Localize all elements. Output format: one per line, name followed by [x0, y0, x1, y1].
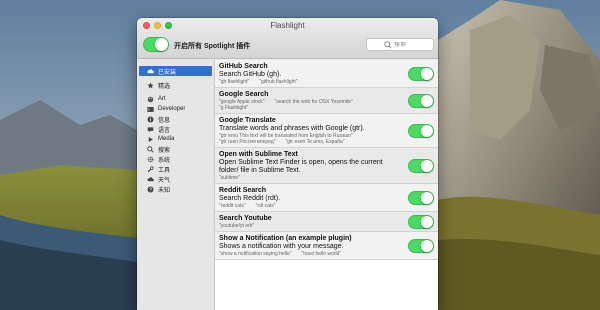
sidebar-item-label: Media [158, 136, 175, 142]
plugin-enable-toggle[interactable] [408, 238, 434, 253]
plugin-enable-toggle[interactable] [408, 190, 434, 205]
wrench-icon [147, 165, 154, 173]
plugin-examples: "reddit cats" "rdt cats" [219, 203, 398, 209]
sidebar-item-tools[interactable]: 工具 [137, 164, 214, 174]
sidebar-item-label: 精选 [158, 83, 171, 90]
plugin-example: "reddit cats" [219, 203, 246, 209]
toggle-knob [421, 159, 433, 172]
plugin-list: GitHub Search Search GitHub (gh). "gh fl… [215, 60, 438, 310]
toggle-knob [421, 215, 433, 228]
category-sidebar: 已安装 精选 Art Developer 信息 语言 Media 搜索 系统 工… [137, 60, 215, 310]
sidebar-item-label: Art [158, 96, 166, 102]
plugin-name: Show a Notification (an example plugin) [219, 235, 352, 242]
plugin-row[interactable]: Reddit Search Search Reddit (rdt). "redd… [215, 184, 438, 212]
sidebar-item-language[interactable]: 语言 [137, 124, 214, 134]
plugin-example: "show a notification saying hello" [219, 251, 292, 257]
sidebar-item-label: 语言 [158, 127, 171, 134]
plugin-name: Open with Sublime Text [219, 151, 298, 158]
sidebar-item-media[interactable]: Media [137, 134, 214, 144]
plugin-example: "gh flashlight" [219, 79, 250, 85]
plugin-examples: "g Flashlight" [219, 105, 398, 111]
plugin-enable-toggle[interactable] [408, 158, 434, 173]
plugin-description: Shows a notification with your message. [219, 243, 344, 250]
palette-icon [147, 96, 154, 103]
toggle-knob [155, 38, 168, 51]
plugin-row[interactable]: Google Translate Translate words and phr… [215, 114, 438, 148]
plugin-example: "search the web for OSX Yosemite" [274, 99, 353, 105]
search-field[interactable] [366, 38, 434, 51]
enable-all-plugins-label: 开启所有 Spotlight 插件 [174, 43, 251, 50]
sidebar-item-label: 工具 [158, 167, 171, 174]
sidebar-item-installed[interactable]: 已安装 [139, 66, 212, 76]
plugin-example: "toast hello world" [301, 251, 342, 257]
gear-icon [147, 156, 154, 163]
plugin-name: Reddit Search [219, 187, 267, 194]
plugin-example: "gtr esen Te amo, España" [285, 139, 345, 145]
plugin-enable-toggle[interactable] [408, 66, 434, 81]
toggle-knob [421, 94, 433, 107]
plugin-row[interactable]: Open with Sublime Text Open Sublime Text… [215, 148, 438, 184]
sidebar-item-featured[interactable]: 精选 [137, 80, 214, 90]
question-icon [147, 185, 154, 193]
flashlight-window: Flashlight 开启所有 Spotlight 插件 已安装 精选 [137, 18, 438, 310]
sidebar-item-label: 信息 [158, 117, 171, 124]
plugin-example: "youtube/yt erb" [219, 223, 255, 229]
plugin-description: Search Reddit (rdt). [219, 195, 281, 202]
star-icon [147, 81, 154, 89]
plugin-row[interactable]: Search Youtube "youtube/yt erb" [215, 212, 438, 232]
title-bar[interactable]: Flashlight [137, 18, 438, 34]
sidebar-item-art[interactable]: Art [137, 94, 214, 104]
plugin-example: "sublime" [219, 175, 240, 181]
enable-all-plugins-toggle[interactable] [143, 37, 169, 52]
toolbar: 开启所有 Spotlight 插件 [137, 34, 438, 59]
toggle-knob [421, 239, 433, 252]
toggle-knob [421, 124, 433, 137]
plugin-name: Google Translate [219, 117, 276, 124]
plugin-example: "rdt cats" [255, 203, 276, 209]
plugin-name: GitHub Search [219, 63, 268, 70]
plugin-row[interactable]: Google Search "google Apple stock" "searc… [215, 88, 438, 114]
plugin-examples: "gtr ruen Россия вперед" "gtr esen Te amo… [219, 139, 398, 145]
sidebar-item-weather[interactable]: 天气 [137, 174, 214, 184]
sidebar-item-label: 未知 [158, 187, 171, 194]
plugin-examples: "gh flashlight" "github flashlight" [219, 79, 398, 85]
plugin-enable-toggle[interactable] [408, 214, 434, 229]
plugin-example: "github flashlight" [259, 79, 298, 85]
sidebar-item-unknown[interactable]: 未知 [137, 184, 214, 194]
terminal-icon [147, 106, 154, 113]
plugin-description: Translate words and phrases with Google … [219, 125, 365, 132]
plugin-description: Open Sublime Text Finder is open, opens … [219, 159, 383, 174]
plugin-examples: "show a notification saying hello" "toast… [219, 251, 398, 257]
plugin-description: Search GitHub (gh). [219, 71, 282, 78]
sidebar-item-label: 已安装 [158, 69, 177, 76]
sidebar-item-label: Developer [158, 106, 186, 112]
search-icon [384, 40, 392, 49]
plugin-row[interactable]: GitHub Search Search GitHub (gh). "gh fl… [215, 60, 438, 88]
plugin-name: Search Youtube [219, 215, 272, 222]
sidebar-item-label: 系统 [158, 157, 171, 164]
plugin-example: "g Flashlight" [219, 105, 249, 111]
plugin-example: "gtr ruen Россия вперед" [219, 139, 276, 145]
plugin-enable-toggle[interactable] [408, 123, 434, 138]
plugin-enable-toggle[interactable] [408, 93, 434, 108]
sidebar-item-system[interactable]: 系统 [137, 154, 214, 164]
plugin-name: Google Search [219, 91, 269, 98]
sidebar-item-label: 搜索 [158, 147, 171, 154]
sidebar-item-label: 天气 [158, 177, 171, 184]
sidebar-item-info[interactable]: 信息 [137, 114, 214, 124]
sidebar-item-search[interactable]: 搜索 [137, 144, 214, 154]
sidebar-item-developer[interactable]: Developer [137, 104, 214, 114]
info-icon [147, 115, 154, 123]
play-icon [147, 136, 154, 143]
cloud-weather-icon [147, 176, 154, 183]
search-icon [147, 145, 154, 153]
cloud-icon [147, 68, 154, 75]
toggle-knob [421, 67, 433, 80]
search-input[interactable] [394, 41, 416, 48]
window-title: Flashlight [270, 21, 305, 30]
plugin-row[interactable]: Show a Notification (an example plugin) … [215, 232, 438, 260]
toggle-knob [421, 191, 433, 204]
language-icon [147, 126, 154, 133]
